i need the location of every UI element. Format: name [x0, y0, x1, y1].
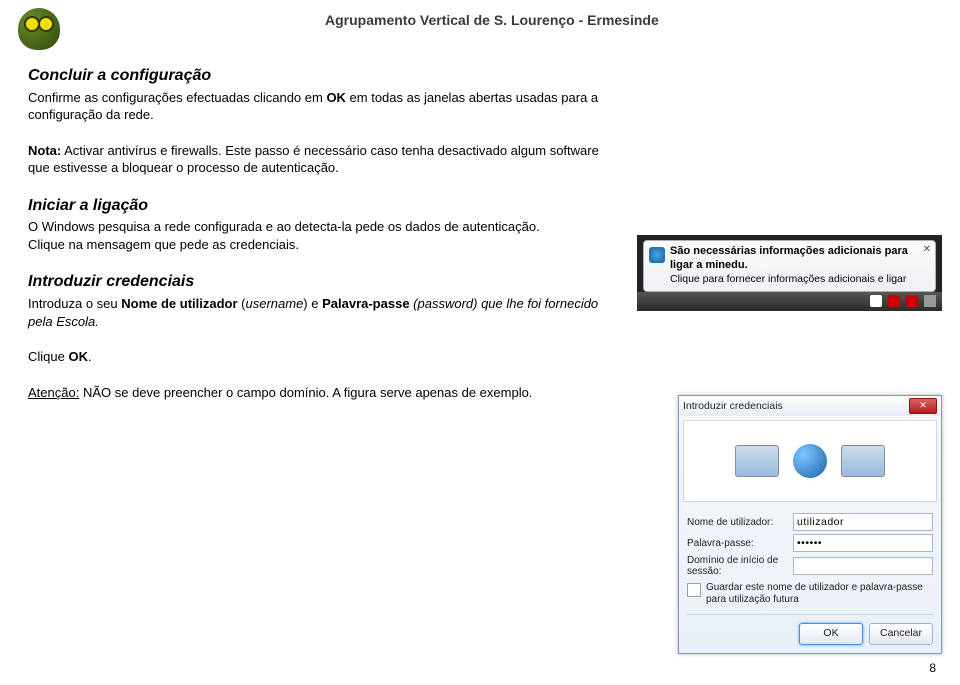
credentials-dialog: Introduzir credenciais ✕ Nome de utiliza… — [678, 395, 942, 654]
text: . — [88, 349, 92, 364]
section-nota: Nota: Activar antivírus e firewalls. Est… — [28, 142, 608, 177]
section-atencao: Atenção: NÃO se deve preencher o campo d… — [28, 384, 608, 402]
text-bold: Nome de utilizador — [121, 296, 237, 311]
dialog-form: Nome de utilizador: utilizador Palavra-p… — [679, 506, 941, 653]
dialog-title-bar: Introduzir credenciais ✕ — [679, 396, 941, 416]
section-iniciar-title: Iniciar a ligação — [28, 195, 608, 217]
logo — [18, 8, 60, 50]
taskbar-notification-area: ✕ São necessárias informações adicionais… — [637, 235, 942, 311]
text: Introduza o seu — [28, 296, 121, 311]
warning-text: NÃO se deve preencher o campo domínio. A… — [79, 385, 532, 400]
checkbox-label: Guardar este nome de utilizador e palavr… — [706, 582, 933, 606]
tray-icon[interactable] — [906, 295, 918, 307]
section-clique-ok: Clique OK. — [28, 348, 608, 366]
text: ) e — [303, 296, 322, 311]
input-username[interactable]: utilizador — [793, 513, 933, 531]
globe-icon — [793, 444, 827, 478]
checkbox-save-credentials[interactable] — [687, 583, 701, 597]
doc-header: Agrupamento Vertical de S. Lourenço - Er… — [325, 12, 659, 28]
balloon-subtitle: Clique para fornecer informações adicion… — [670, 273, 917, 286]
section-iniciar-body: O Windows pesquisa a rede configurada e … — [28, 218, 608, 253]
dialog-close-button[interactable]: ✕ — [909, 398, 937, 414]
text: Confirme as configurações efectuadas cli… — [28, 90, 326, 105]
tray-icon[interactable] — [888, 295, 900, 307]
content: Concluir a configuração Confirme as conf… — [28, 65, 608, 419]
note-label: Nota: — [28, 143, 61, 158]
close-icon[interactable]: ✕ — [923, 244, 931, 257]
page-number: 8 — [929, 661, 936, 675]
dialog-title: Introduzir credenciais — [683, 400, 783, 412]
input-password[interactable]: •••••• — [793, 534, 933, 552]
speaker-icon[interactable] — [924, 295, 936, 307]
ok-button[interactable]: OK — [799, 623, 863, 645]
text-bold: OK — [68, 349, 88, 364]
dialog-illustration — [683, 420, 937, 502]
text-italic: password — [418, 296, 474, 311]
input-domain[interactable] — [793, 557, 933, 575]
text-italic: username — [245, 296, 303, 311]
monitor-icon — [841, 445, 885, 477]
text: Clique — [28, 349, 68, 364]
text: ( — [410, 296, 418, 311]
section-intro-title: Introduzir credenciais — [28, 271, 608, 293]
network-icon — [649, 247, 665, 263]
label-username: Nome de utilizador: — [687, 517, 787, 528]
label-password: Palavra-passe: — [687, 538, 787, 549]
balloon-title: São necessárias informações adicionais p… — [670, 245, 917, 273]
cancel-button[interactable]: Cancelar — [869, 623, 933, 645]
section-concluir-body: Confirme as configurações efectuadas cli… — [28, 89, 608, 124]
text-ok: OK — [326, 90, 346, 105]
system-tray — [637, 292, 942, 311]
section-intro-body: Introduza o seu Nome de utilizador ( user… — [28, 295, 608, 330]
text-bold: Palavra-passe — [322, 296, 409, 311]
note-text: Activar antivírus e firewalls. Este pass… — [28, 143, 599, 176]
laptop-icon — [735, 445, 779, 477]
warning-label: Atenção: — [28, 385, 79, 400]
label-domain: Domínio de início de sessão: — [687, 555, 787, 577]
balloon-notification[interactable]: ✕ São necessárias informações adicionais… — [643, 240, 936, 292]
section-concluir-title: Concluir a configuração — [28, 65, 608, 87]
tray-icon[interactable] — [870, 295, 882, 307]
